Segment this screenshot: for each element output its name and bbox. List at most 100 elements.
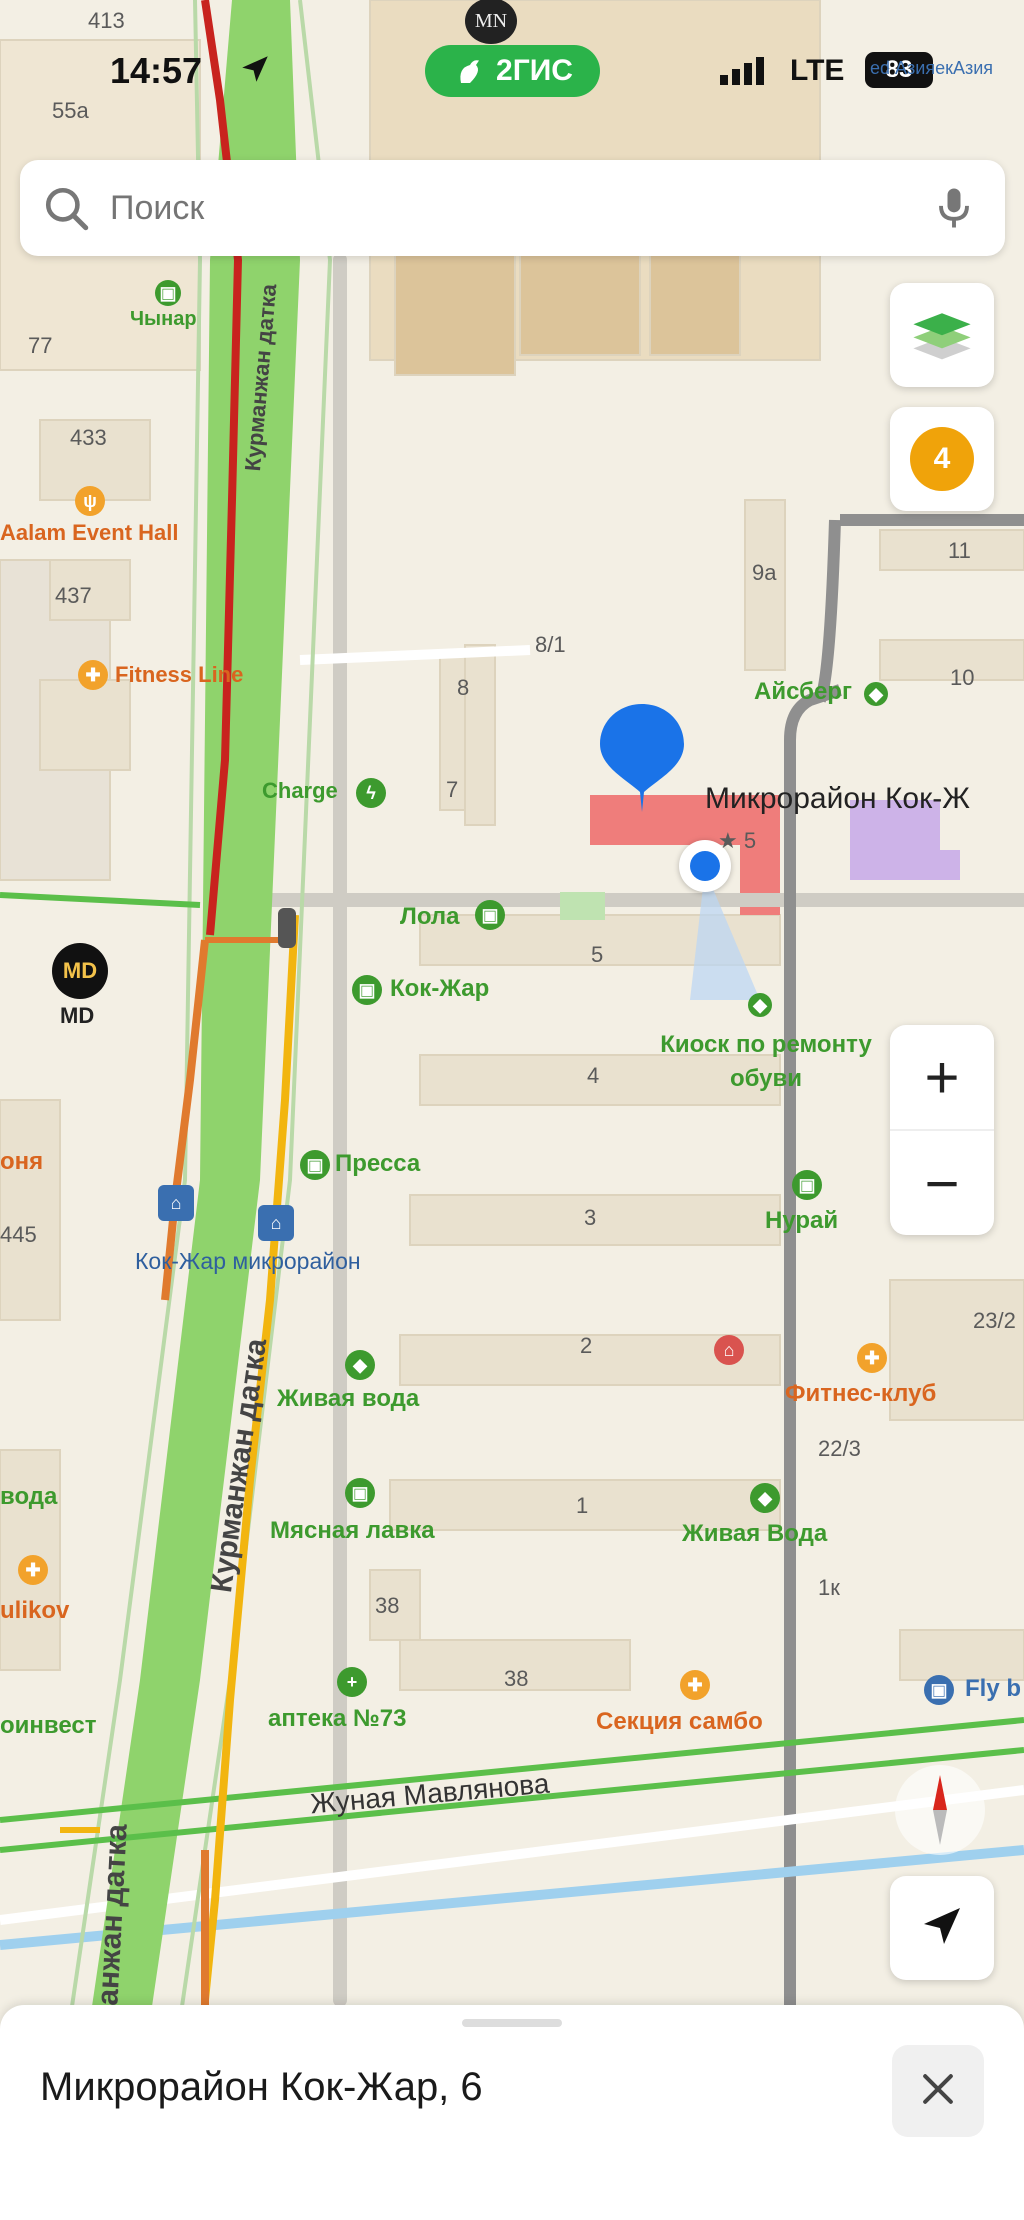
layers-button[interactable] <box>890 283 994 387</box>
bus-stop-icon[interactable]: ⌂ <box>258 1205 294 1241</box>
close-button[interactable] <box>892 2045 984 2137</box>
place-title: Микрорайон Кок-Жар, 6 <box>40 2065 483 2109</box>
poi-label[interactable]: Fly b <box>965 1675 1021 1703</box>
md-logo[interactable]: MD <box>52 943 108 999</box>
building-number: 3 <box>584 1205 597 1230</box>
rating-label: ★ 5 <box>718 828 757 853</box>
sport-icon[interactable]: ✚ <box>857 1343 887 1373</box>
poi-label[interactable]: аптека №73 <box>268 1705 406 1733</box>
building-number: 413 <box>88 8 125 33</box>
poi-label: ed АзияекАзия <box>870 58 994 78</box>
poi-label[interactable]: Мясная лавка <box>270 1517 435 1545</box>
network-type: LTE <box>790 54 845 87</box>
building-number: 1к <box>818 1575 840 1600</box>
notification-count-badge: 4 <box>910 427 974 491</box>
building-number: 8 <box>457 675 470 700</box>
poi-label[interactable]: оинвест <box>0 1712 96 1740</box>
sport-icon[interactable]: ✚ <box>78 660 108 690</box>
ulikov-icon[interactable]: ✚ <box>18 1555 48 1585</box>
poi-label[interactable]: Charge <box>262 778 338 804</box>
bus-stop-icon[interactable]: ⌂ <box>158 1185 194 1221</box>
poi-label[interactable]: Чынар <box>130 308 197 331</box>
signal-icon <box>720 55 768 85</box>
shop-icon[interactable]: ◆ <box>864 682 888 706</box>
building-number: 2 <box>580 1333 593 1358</box>
selected-location-pin[interactable] <box>596 700 688 815</box>
search-bar[interactable] <box>20 160 1005 256</box>
top-logo-text: MN <box>474 9 508 32</box>
poi-label[interactable]: ulikov <box>0 1597 69 1625</box>
building-number: 8/1 <box>535 632 566 657</box>
shop-icon[interactable]: ▣ <box>475 900 505 930</box>
building-number: 7 <box>446 777 459 802</box>
fly-icon[interactable]: ▣ <box>924 1675 954 1705</box>
poi-label[interactable]: Айсберг <box>754 678 852 706</box>
building-number: 445 <box>0 1222 37 1247</box>
poi-label[interactable]: Aalam Event Hall <box>0 520 179 546</box>
poi-label[interactable]: Нурай <box>765 1207 838 1235</box>
my-location-button[interactable] <box>890 1876 994 1980</box>
compass-icon[interactable] <box>895 1765 985 1855</box>
poi-label[interactable]: вода <box>0 1483 57 1511</box>
sheet-handle[interactable] <box>462 2019 562 2027</box>
zoom-in-button[interactable]: + <box>890 1025 994 1131</box>
building-number: 38 <box>504 1666 529 1691</box>
pharmacy-icon[interactable]: + <box>337 1667 367 1697</box>
home-icon[interactable]: ⌂ <box>714 1335 744 1365</box>
bottom-sheet[interactable]: Микрорайон Кок-Жар, 6 <box>0 2005 1024 2220</box>
poi-label[interactable]: Секция самбо <box>596 1708 763 1736</box>
shop-icon[interactable]: ▣ <box>300 1150 330 1180</box>
selected-place-label[interactable]: Микрорайон Кок-Ж <box>705 782 970 816</box>
building-number: 437 <box>55 583 92 608</box>
poi-label[interactable]: Кок-Жар <box>390 975 489 1003</box>
building-number: 433 <box>70 425 107 450</box>
building-number: 22/3 <box>818 1436 861 1461</box>
shop-icon[interactable]: ▣ <box>792 1170 822 1200</box>
rating-value: 5 <box>743 828 757 853</box>
building-number: 77 <box>28 333 53 358</box>
notifications-button[interactable]: 4 <box>890 407 994 511</box>
charging-icon[interactable]: ϟ <box>356 778 386 808</box>
shop-icon[interactable]: ◆ <box>748 993 772 1017</box>
building-number: 23/2 <box>973 1308 1016 1333</box>
poi-label[interactable]: MD <box>60 1003 94 1029</box>
shop-icon[interactable]: ▣ <box>352 975 382 1005</box>
building-number: 38 <box>375 1593 400 1618</box>
app-badge[interactable]: 2ГИС <box>425 45 600 97</box>
app-badge-label: 2ГИС <box>496 54 573 87</box>
search-input[interactable] <box>108 182 872 234</box>
building-number: 55а <box>52 98 89 123</box>
shop-icon[interactable]: ◆ <box>750 1483 780 1513</box>
shop-icon[interactable]: ▣ <box>345 1478 375 1508</box>
poi-label[interactable]: Fitness Line <box>115 662 243 688</box>
microphone-icon[interactable] <box>928 182 980 234</box>
poi-label[interactable]: Живая Вода <box>682 1520 827 1548</box>
shop-icon[interactable]: ◆ <box>345 1350 375 1380</box>
poi-label[interactable]: Кок-Жар микрорайон <box>135 1248 361 1275</box>
building-number: 1 <box>576 1493 589 1518</box>
poi-label[interactable]: Киоск по ремонту обуви <box>646 1028 886 1096</box>
zoom-out-button[interactable]: − <box>890 1131 994 1235</box>
search-icon <box>42 184 92 234</box>
building-number: 11 <box>948 538 971 563</box>
poi-label[interactable]: Живая вода <box>277 1385 419 1413</box>
zoom-control: + − <box>890 1025 994 1235</box>
navigation-arrow-icon <box>918 1902 966 1955</box>
poi-label[interactable]: Пресса <box>335 1150 420 1178</box>
building-number: 5 <box>591 942 604 967</box>
poi-label[interactable]: Фитнес-клуб <box>785 1380 936 1408</box>
status-time: 14:57 <box>110 50 203 91</box>
top-logo: MN <box>465 0 517 44</box>
poi-label[interactable]: оня <box>0 1148 43 1176</box>
layers-icon <box>909 300 975 371</box>
map-canvas[interactable] <box>0 0 1024 2220</box>
traffic-light-icon <box>278 908 296 948</box>
location-arrow-icon <box>238 52 272 86</box>
restaurant-icon[interactable]: ψ <box>75 486 105 516</box>
bird-icon <box>452 53 488 89</box>
close-icon <box>916 2067 960 2116</box>
shop-icon[interactable]: ▣ <box>155 280 181 306</box>
building-number: 10 <box>950 665 975 690</box>
poi-label[interactable]: Лола <box>400 903 460 931</box>
sport-icon[interactable]: ✚ <box>680 1670 710 1700</box>
